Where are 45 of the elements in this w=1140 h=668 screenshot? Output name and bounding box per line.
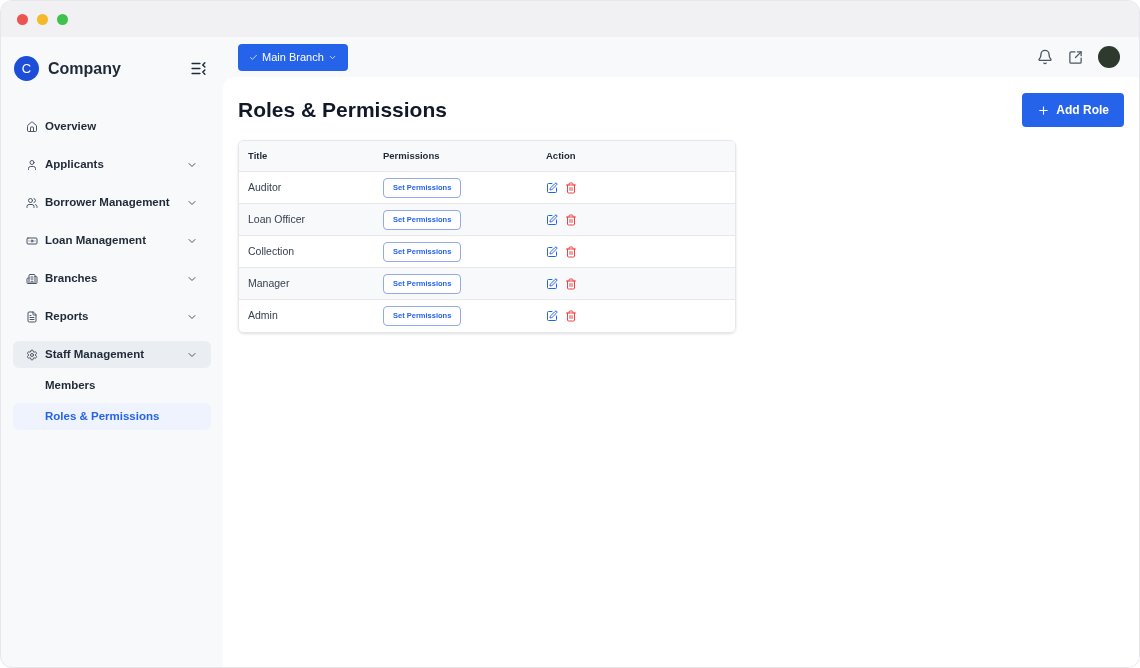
notification-bell-icon[interactable] [1037, 49, 1053, 65]
trash-icon[interactable] [565, 245, 577, 258]
trash-icon[interactable] [565, 277, 577, 290]
edit-icon[interactable] [546, 310, 558, 322]
table-cell-text: Manager [247, 275, 291, 291]
submenu-item[interactable]: Members [13, 372, 211, 399]
table-cell-text: Loan Officer [247, 211, 306, 227]
brand-name: Company [48, 58, 121, 79]
trash-icon[interactable] [565, 310, 577, 322]
sidebar-item[interactable]: Applicants [13, 151, 211, 178]
check-icon [249, 52, 258, 62]
users-icon [26, 196, 38, 209]
document-icon [26, 310, 38, 323]
edit-icon[interactable] [546, 181, 558, 194]
trash-icon[interactable] [565, 181, 577, 194]
edit-icon[interactable] [546, 245, 558, 258]
submenu-item[interactable]: Roles & Permissions [13, 403, 211, 430]
column-header: Title [247, 148, 269, 163]
settings-icon [26, 348, 38, 361]
sidebar-item[interactable]: Staff Management [13, 341, 211, 368]
sidebar-item[interactable]: Overview [13, 113, 211, 140]
page-title: Roles & Permissions [238, 97, 447, 123]
column-header: Action [546, 148, 576, 163]
sidebar-item[interactable]: Borrower Management [13, 189, 211, 216]
sidebar-item[interactable]: Loan Management [13, 227, 211, 254]
plus-icon [1037, 103, 1051, 117]
table-cell-text: Admin [247, 308, 279, 324]
column-header: Permissions [383, 148, 441, 163]
collapse-menu-icon[interactable] [190, 60, 207, 77]
add-role-button[interactable]: Add Role [1022, 93, 1124, 127]
sidebar-item[interactable]: Reports [13, 303, 211, 330]
table-cell-text: Auditor [247, 179, 283, 195]
sidebar-item[interactable]: Branches [13, 265, 211, 292]
house-icon [26, 120, 38, 133]
banknote-icon [26, 234, 38, 247]
branch-dropdown-button[interactable]: Main Branch [238, 43, 348, 71]
trash-icon[interactable] [565, 213, 577, 226]
user-icon [26, 158, 38, 171]
external-link-icon[interactable] [1068, 49, 1083, 65]
logo-avatar: C [14, 56, 39, 81]
table-cell-text: Collection [247, 243, 296, 259]
building-icon [26, 272, 38, 285]
edit-icon[interactable] [546, 213, 558, 226]
edit-icon[interactable] [546, 277, 558, 290]
user-avatar[interactable] [1098, 46, 1120, 68]
